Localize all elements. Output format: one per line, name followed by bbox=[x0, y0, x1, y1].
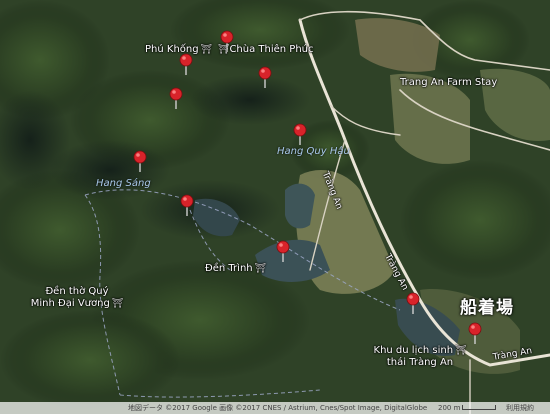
label-khu-du-lich-sinh-thai[interactable]: Khu du lịch sinh ⛩ thái Tràng An bbox=[365, 345, 475, 369]
attraction-icon: ⛩ bbox=[455, 346, 467, 356]
map-pin-icon[interactable] bbox=[293, 123, 307, 145]
temple-icon: ⛩ bbox=[111, 299, 124, 309]
temple-icon: ⛩ bbox=[254, 264, 267, 274]
label-hang-sang[interactable]: Hang Sáng bbox=[96, 178, 151, 190]
label-boat-dock[interactable]: 船着場 bbox=[460, 298, 514, 318]
terms-link[interactable]: 利用規約 bbox=[506, 402, 534, 414]
map-pin-icon[interactable] bbox=[406, 292, 420, 314]
map-pin-icon[interactable] bbox=[179, 53, 193, 75]
attraction-icon: ⛩ bbox=[200, 45, 213, 55]
label-trang-an-farm-stay[interactable]: Trang An Farm Stay bbox=[400, 77, 497, 89]
map-pin-icon[interactable] bbox=[276, 240, 290, 262]
scale-label: 200 m bbox=[438, 404, 461, 412]
map-pin-icon[interactable] bbox=[468, 322, 482, 344]
map-pin-icon[interactable] bbox=[133, 150, 147, 172]
scale-bar bbox=[462, 405, 496, 410]
map-pin-icon[interactable] bbox=[169, 87, 183, 109]
map-pin-icon[interactable] bbox=[220, 30, 234, 52]
label-den-trinh[interactable]: Đền Trình ⛩ bbox=[205, 263, 266, 275]
label-den-tho-quy-minh-dai-vuong[interactable]: Đền thờ Quý Minh Đại Vương ⛩ bbox=[27, 286, 127, 310]
map-footer: 地図データ ©2017 Google 画像 ©2017 CNES / Astri… bbox=[0, 402, 550, 414]
attribution-text: 地図データ ©2017 Google 画像 ©2017 CNES / Astri… bbox=[128, 404, 428, 412]
map-pin-icon[interactable] bbox=[258, 66, 272, 88]
label-hang-quy-hau[interactable]: Hang Quy Hậu bbox=[277, 146, 350, 158]
map-pin-icon[interactable] bbox=[180, 194, 194, 216]
